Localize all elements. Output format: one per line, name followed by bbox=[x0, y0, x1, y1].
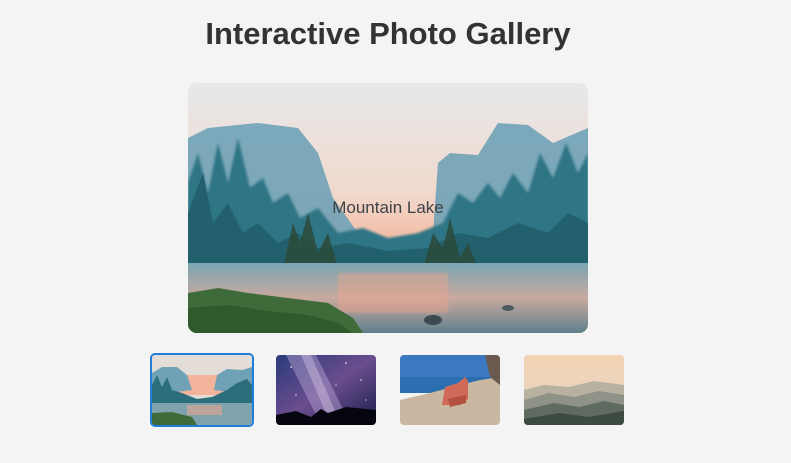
mountain-lake-thumbnail-image bbox=[152, 355, 252, 425]
thumbnail-mountain-lake[interactable] bbox=[150, 353, 254, 427]
milky-way-thumbnail-image bbox=[276, 355, 376, 425]
misty-hills-thumbnail-image bbox=[524, 355, 624, 425]
beach-chair-thumbnail-image bbox=[400, 355, 500, 425]
thumbnail-beach-chair[interactable] bbox=[400, 355, 500, 425]
thumbnail-milky-way[interactable] bbox=[276, 355, 376, 425]
thumbnail-misty-hills[interactable] bbox=[524, 355, 624, 425]
image-caption: Mountain Lake bbox=[332, 198, 444, 217]
thumbnail-strip bbox=[150, 353, 630, 427]
main-image-viewer[interactable]: Mountain Lake bbox=[188, 83, 588, 333]
page-title: Interactive Photo Gallery bbox=[205, 16, 571, 51]
gallery-page: Interactive Photo Gallery Mountain Lake bbox=[0, 0, 791, 463]
